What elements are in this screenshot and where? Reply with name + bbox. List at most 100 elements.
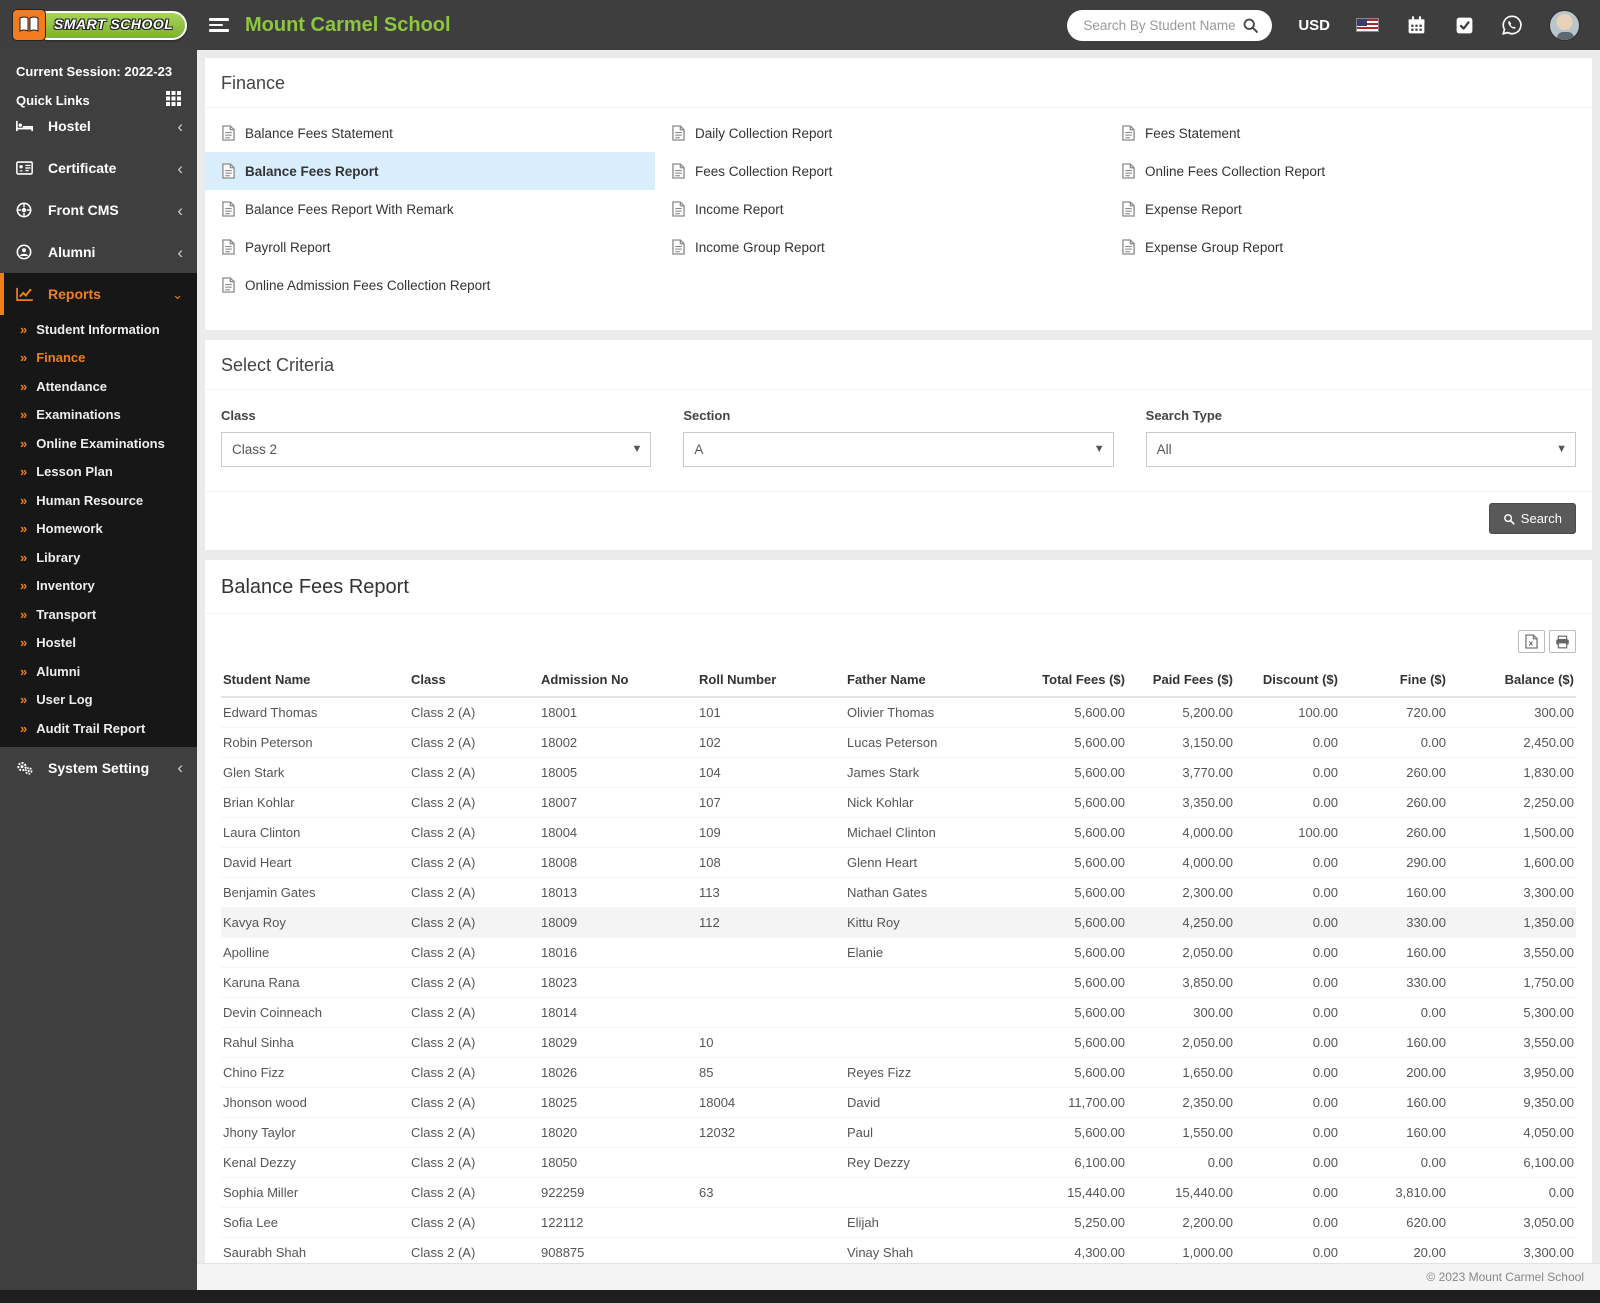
cell-father-name: James Stark	[845, 757, 1019, 788]
cell-balance: 9,350.00	[1448, 1087, 1576, 1118]
submenu-item-user-log[interactable]: » User Log	[0, 686, 197, 715]
sidebar-item-label: Front CMS	[48, 202, 119, 218]
cell-student-name: Karuna Rana	[221, 967, 409, 998]
cell-total-fees: 6,100.00	[1019, 1147, 1127, 1178]
app-logo[interactable]: SMART SCHOOL	[0, 0, 197, 50]
cell-roll-number: 109	[697, 817, 845, 848]
cell-discount: 0.00	[1235, 1087, 1340, 1118]
submenu-item-examinations[interactable]: » Examinations	[0, 401, 197, 430]
finance-link-income-report[interactable]: Income Report	[655, 190, 1105, 228]
finance-link-online-admission-fees-collection-report[interactable]: Online Admission Fees Collection Report	[205, 266, 655, 304]
submenu-item-audit-trail-report[interactable]: » Audit Trail Report	[0, 714, 197, 743]
file-text-icon	[222, 125, 235, 141]
submenu-item-finance[interactable]: » Finance	[0, 344, 197, 373]
sidebar-item-system-setting[interactable]: System Setting ‹	[0, 747, 197, 789]
hamburger-menu-icon[interactable]	[209, 15, 229, 35]
quick-links-label: Quick Links	[16, 92, 90, 108]
cell-discount: 0.00	[1235, 727, 1340, 758]
finance-link-balance-fees-statement[interactable]: Balance Fees Statement	[205, 114, 655, 152]
finance-link-label: Expense Group Report	[1145, 239, 1284, 255]
sidebar-item-hostel[interactable]: Hostel ‹	[0, 117, 197, 147]
user-avatar[interactable]	[1549, 9, 1580, 41]
col-header-fine: Fine ($)	[1340, 663, 1448, 698]
quick-links[interactable]: Quick Links	[0, 81, 197, 117]
submenu-item-human-resource[interactable]: » Human Resource	[0, 486, 197, 515]
cell-discount: 0.00	[1235, 1207, 1340, 1238]
sidebar-item-label: Certificate	[48, 160, 117, 176]
search-type-select[interactable]: All	[1145, 432, 1576, 467]
cell-admission-no: 18050	[539, 1147, 697, 1178]
currency-selector[interactable]: USD	[1298, 17, 1330, 34]
search-input[interactable]	[1081, 16, 1240, 34]
finance-link-fees-statement[interactable]: Fees Statement	[1105, 114, 1592, 152]
cell-paid-fees: 4,000.00	[1127, 847, 1235, 878]
whatsapp-icon[interactable]	[1501, 14, 1523, 36]
finance-link-balance-fees-report-with-remark[interactable]: Balance Fees Report With Remark	[205, 190, 655, 228]
submenu-item-online-examinations[interactable]: » Online Examinations	[0, 429, 197, 458]
excel-export-icon[interactable]: x	[1518, 630, 1545, 653]
cell-student-name: Jhonson wood	[221, 1087, 409, 1118]
sidebar-item-alumni[interactable]: Alumni ‹	[0, 231, 197, 273]
submenu-item-inventory[interactable]: » Inventory	[0, 572, 197, 601]
finance-link-expense-group-report[interactable]: Expense Group Report	[1105, 228, 1592, 266]
cell-class: Class 2 (A)	[409, 1057, 539, 1088]
finance-link-fees-collection-report[interactable]: Fees Collection Report	[655, 152, 1105, 190]
cell-balance: 2,450.00	[1448, 727, 1576, 758]
finance-link-expense-report[interactable]: Expense Report	[1105, 190, 1592, 228]
double-arrow-icon: »	[20, 663, 28, 679]
calendar-icon[interactable]	[1405, 14, 1427, 36]
cell-discount: 0.00	[1235, 1027, 1340, 1058]
print-icon[interactable]	[1549, 630, 1576, 653]
sidebar-item-certificate[interactable]: Certificate ‹	[0, 147, 197, 189]
submenu-item-homework[interactable]: » Homework	[0, 515, 197, 544]
grid-icon[interactable]	[166, 91, 181, 109]
double-arrow-icon: »	[20, 578, 28, 594]
submenu-item-student-information[interactable]: » Student Information	[0, 315, 197, 344]
language-flag-icon[interactable]	[1356, 18, 1379, 32]
sidebar-item-reports[interactable]: Reports ⌄	[0, 273, 197, 315]
sidebar: Current Session: 2022-23 Quick Links Hos…	[0, 50, 197, 1290]
section-select[interactable]: A	[683, 432, 1114, 467]
cell-roll-number: 18004	[697, 1087, 845, 1118]
search-icon[interactable]	[1239, 14, 1261, 36]
cell-roll-number	[697, 997, 845, 1028]
cell-total-fees: 15,440.00	[1019, 1177, 1127, 1208]
finance-link-income-group-report[interactable]: Income Group Report	[655, 228, 1105, 266]
cell-father-name	[845, 967, 1019, 998]
table-row: Robin Peterson Class 2 (A) 18002 102 Lucas P…	[221, 727, 1576, 758]
cell-fine: 0.00	[1340, 727, 1448, 758]
cell-class: Class 2 (A)	[409, 817, 539, 848]
submenu-item-transport[interactable]: » Transport	[0, 600, 197, 629]
cell-father-name: Olivier Thomas	[845, 697, 1019, 728]
sidebar-menu: Hostel ‹ Certificate ‹ Front CMS ‹ Alumni ‹ Repo…	[0, 117, 197, 789]
search-button[interactable]: Search	[1488, 503, 1576, 534]
finance-link-daily-collection-report[interactable]: Daily Collection Report	[655, 114, 1105, 152]
submenu-item-alumni[interactable]: » Alumni	[0, 657, 197, 686]
chevron-left-icon: ‹	[177, 117, 183, 136]
page-title: Mount Carmel School	[245, 13, 451, 36]
sidebar-item-front-cms[interactable]: Front CMS ‹	[0, 189, 197, 231]
table-row: Edward Thomas Class 2 (A) 18001 101 Olivier …	[221, 697, 1576, 728]
cell-father-name: Elijah	[845, 1207, 1019, 1238]
tasks-icon[interactable]	[1453, 14, 1475, 36]
cell-father-name: Kittu Roy	[845, 907, 1019, 938]
submenu-item-lesson-plan[interactable]: » Lesson Plan	[0, 458, 197, 487]
finance-link-online-fees-collection-report[interactable]: Online Fees Collection Report	[1105, 152, 1592, 190]
report-table-wrap: x Student Name Class Admission No Roll Numb…	[205, 614, 1592, 1290]
finance-link-label: Daily Collection Report	[695, 125, 833, 141]
col-header-father-name: Father Name	[845, 663, 1019, 698]
finance-link-payroll-report[interactable]: Payroll Report	[205, 228, 655, 266]
cell-paid-fees: 0.00	[1127, 1147, 1235, 1178]
cell-balance: 1,600.00	[1448, 847, 1576, 878]
class-select[interactable]: Class 2	[221, 432, 652, 467]
finance-link-label: Online Admission Fees Collection Report	[245, 277, 491, 293]
finance-link-balance-fees-report[interactable]: Balance Fees Report	[205, 152, 655, 190]
reports-menu-block: Reports ⌄ » Student Information » Finance » Att…	[0, 273, 197, 747]
submenu-item-attendance[interactable]: » Attendance	[0, 372, 197, 401]
table-row: Apolline Class 2 (A) 18016 Elanie 5,600.00 2,…	[221, 937, 1576, 968]
cell-total-fees: 5,600.00	[1019, 877, 1127, 908]
double-arrow-icon: »	[20, 521, 28, 537]
table-row: Benjamin Gates Class 2 (A) 18013 113 Nathan …	[221, 877, 1576, 908]
submenu-item-library[interactable]: » Library	[0, 543, 197, 572]
submenu-item-hostel[interactable]: » Hostel	[0, 629, 197, 658]
